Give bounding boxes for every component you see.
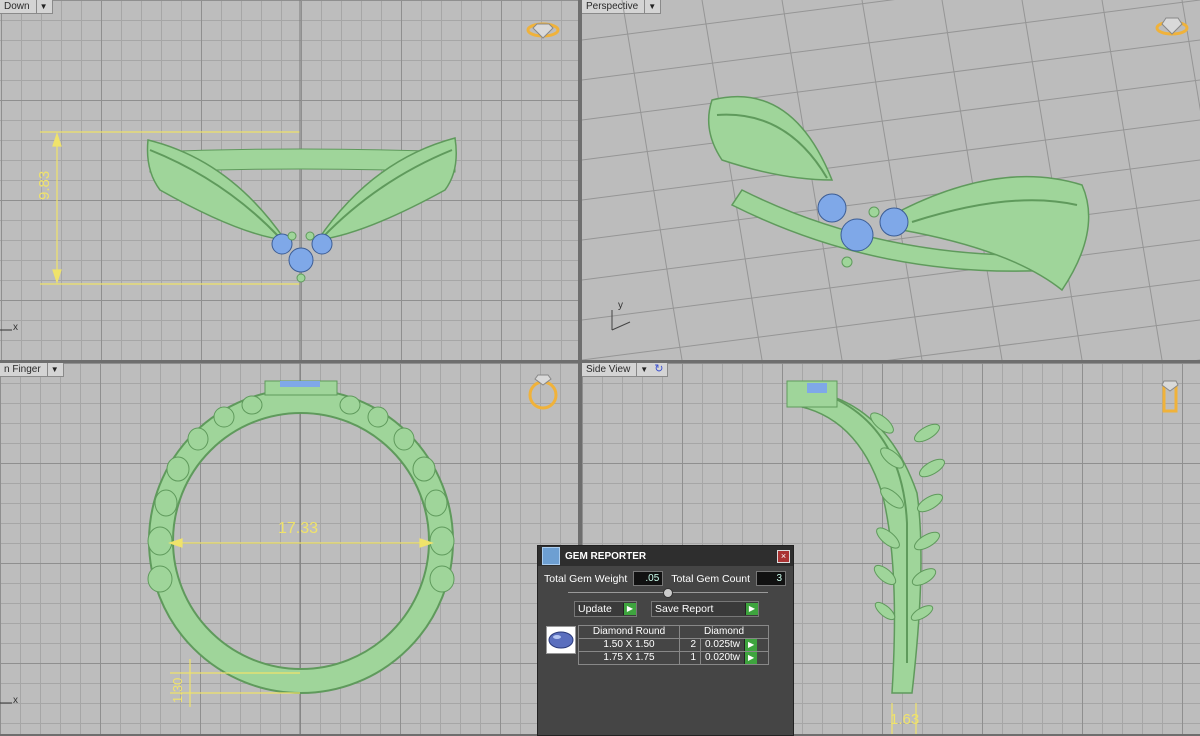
save-report-button-label: Save Report bbox=[655, 603, 714, 615]
table-row[interactable]: 1.50 X 1.50 2 0.025tw ▶ bbox=[578, 638, 769, 652]
gem-size: 1.75 X 1.75 bbox=[578, 651, 680, 665]
gem-thumbnail-icon bbox=[546, 626, 576, 654]
view-gizmo-icon bbox=[1161, 380, 1179, 413]
slider-handle[interactable] bbox=[663, 588, 673, 598]
play-icon[interactable]: ▶ bbox=[744, 639, 758, 651]
gem-weight: 0.020tw bbox=[705, 652, 741, 663]
perspective-drawing bbox=[582, 0, 1200, 360]
play-icon: ▶ bbox=[623, 603, 636, 615]
gem-count: 1 bbox=[679, 651, 701, 665]
dimension-label-front: 17.33 bbox=[278, 520, 319, 537]
front-view-drawing bbox=[0, 363, 558, 734]
dimension-label-side: 1.63 bbox=[890, 711, 920, 728]
viewport-perspective[interactable]: Perspective ▼ y bbox=[582, 0, 1200, 360]
gem-count: 2 bbox=[679, 638, 701, 652]
close-icon[interactable]: × bbox=[777, 550, 790, 563]
gem-reporter-panel[interactable]: GEM REPORTER × Total Gem Weight .05 Tota… bbox=[537, 545, 794, 736]
view-gizmo-icon bbox=[526, 22, 560, 39]
view-gizmo-icon bbox=[1155, 17, 1189, 36]
gem-weight: 0.025tw bbox=[705, 639, 741, 650]
dimension-label-small: 1.30 bbox=[170, 677, 185, 703]
gem-reporter-titlebar[interactable]: GEM REPORTER bbox=[538, 546, 793, 566]
gem-table: Diamond Round Diamond 1.50 X 1.50 2 0.02… bbox=[578, 625, 769, 665]
axis-x-label: x bbox=[13, 695, 18, 706]
play-icon[interactable]: ▶ bbox=[744, 652, 758, 664]
play-icon: ▶ bbox=[745, 603, 758, 615]
total-gem-count-label: Total Gem Count bbox=[671, 572, 751, 585]
gem-table-header-shape: Diamond Round bbox=[578, 625, 680, 639]
dimension-label-top: 9.83 bbox=[36, 170, 53, 200]
axis-x-label: x bbox=[13, 322, 18, 333]
total-gem-weight-label: Total Gem Weight bbox=[544, 572, 628, 585]
save-report-button[interactable]: Save Report ▶ bbox=[651, 601, 759, 617]
top-view-drawing bbox=[0, 0, 560, 360]
view-gizmo-icon bbox=[528, 374, 558, 410]
slider[interactable] bbox=[568, 588, 768, 598]
update-button-label: Update bbox=[578, 603, 612, 615]
table-row[interactable]: 1.75 X 1.75 1 0.020tw ▶ bbox=[578, 651, 769, 665]
update-button[interactable]: Update ▶ bbox=[574, 601, 637, 617]
viewport-top[interactable]: Down ▼ 9.83 x bbox=[0, 0, 578, 360]
gem-table-header-type: Diamond bbox=[679, 625, 769, 639]
gem-reporter-title: GEM REPORTER bbox=[565, 550, 647, 562]
gem-size: 1.50 X 1.50 bbox=[578, 638, 680, 652]
gem-reporter-logo-icon bbox=[542, 547, 560, 565]
total-gem-weight-value: .05 bbox=[633, 571, 664, 586]
axis-y-label: y bbox=[618, 300, 623, 311]
total-gem-count-value: 3 bbox=[756, 571, 787, 586]
viewport-front[interactable]: n Finger ▼ 17.33 1.30 x bbox=[0, 363, 578, 734]
